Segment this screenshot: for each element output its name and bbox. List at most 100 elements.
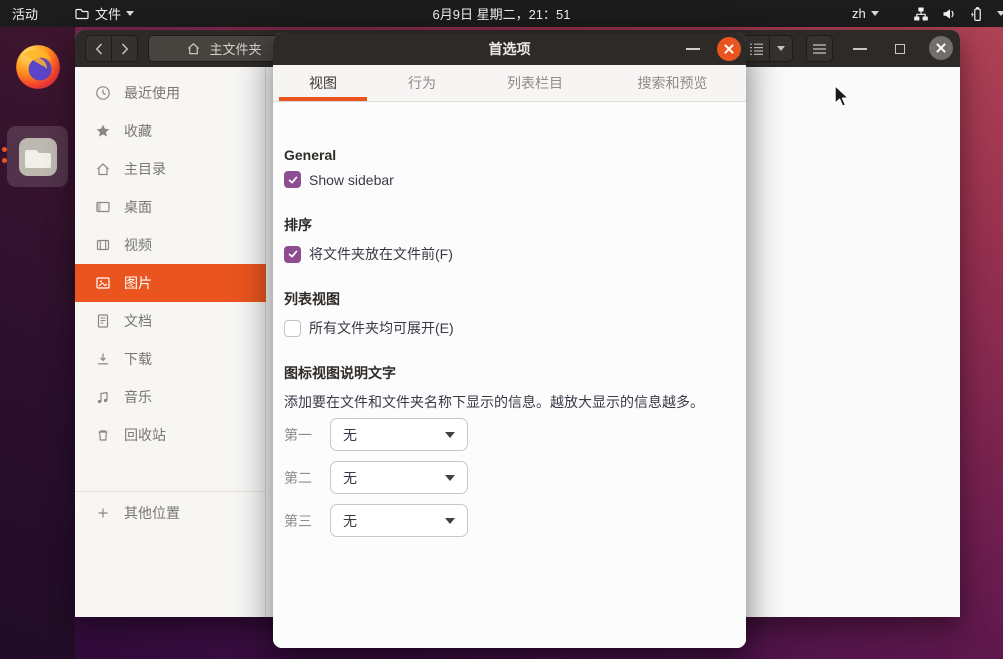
checkbox-label: 将文件夹放在文件前(F) [309,244,453,264]
preferences-dialog: 首选项 视图 行为 列表栏目 搜索和预览 General Show sideba… [273,33,746,648]
files-icon [14,133,62,181]
activities-button[interactable]: 活动 [12,0,38,27]
battery-charging-icon [969,6,985,22]
dropdown-value: 无 [343,511,445,531]
chevron-down-icon [445,518,455,524]
checkbox-checked-icon[interactable] [284,171,301,188]
hamburger-icon [813,44,826,54]
dialog-tab-bar: 视图 行为 列表栏目 搜索和预览 [273,65,746,102]
sidebar-item-downloads[interactable]: 下载 [75,340,266,378]
list-view-icon [750,43,763,55]
caption-row-label: 第三 [284,511,318,531]
chevron-down-icon [126,11,134,16]
close-icon [723,43,735,55]
chevron-left-icon [95,43,103,55]
section-title-icon-captions: 图标视图说明文字 [284,363,396,383]
dropdown-value: 无 [343,425,445,445]
keyboard-layout-label: zh [852,6,866,21]
sidebar-item-music[interactable]: 音乐 [75,378,266,416]
back-button[interactable] [85,35,112,62]
sidebar-item-label: 最近使用 [124,83,180,103]
section-title-sorting: 排序 [284,215,312,235]
chevron-down-icon [997,11,1003,16]
sidebar-item-label: 收藏 [124,121,152,141]
sidebar-item-label: 音乐 [124,387,152,407]
tab-behavior[interactable]: 行为 [373,65,471,101]
checkbox-row-show-sidebar[interactable]: Show sidebar [284,171,394,188]
sidebar-item-label: 主目录 [124,159,166,179]
keyboard-layout-button[interactable]: zh [852,0,879,27]
window-maximize-button[interactable] [890,35,910,62]
chevron-down-icon [871,11,879,16]
app-menu[interactable]: 文件 [74,0,134,27]
dock-item-files[interactable] [7,126,68,187]
icon-captions-description: 添加要在文件和文件夹名称下显示的信息。越放大显示的信息越多。 [284,392,704,412]
sidebar-item-recent[interactable]: 最近使用 [75,74,266,112]
sidebar-item-starred[interactable]: 收藏 [75,112,266,150]
network-icon [913,6,929,22]
sidebar-item-other-locations[interactable]: 其他位置 [75,494,266,532]
sidebar-item-trash[interactable]: 回收站 [75,416,266,454]
chevron-down-icon [445,432,455,438]
sidebar: 最近使用 收藏 主目录 桌面 视频 图片 文档 下载 [75,67,266,617]
checkbox-label: 所有文件夹均可展开(E) [309,318,454,338]
tab-search-preview[interactable]: 搜索和预览 [599,65,746,101]
sidebar-item-desktop[interactable]: 桌面 [75,188,266,226]
dialog-title-bar: 首选项 [273,33,746,66]
checkbox-label: Show sidebar [309,172,394,188]
window-minimize-button[interactable] [850,35,870,62]
sidebar-item-home[interactable]: 主目录 [75,150,266,188]
sidebar-item-label: 视频 [124,235,152,255]
system-status-area[interactable] [913,0,1003,27]
checkbox-checked-icon[interactable] [284,246,301,263]
volume-icon [941,6,957,22]
caption-row-label: 第一 [284,425,318,445]
sidebar-separator [75,491,265,492]
view-options-dropdown-button[interactable] [769,35,793,62]
view-mode-button[interactable] [743,35,770,62]
sidebar-item-label: 图片 [124,273,152,293]
tab-label: 列表栏目 [507,73,563,93]
tab-list-columns[interactable]: 列表栏目 [471,65,599,101]
chevron-down-icon [777,46,785,51]
plus-icon [95,505,111,521]
home-icon [95,161,111,177]
hamburger-menu-button[interactable] [806,35,833,62]
checkbox-unchecked-icon[interactable] [284,320,301,337]
caption-second-dropdown[interactable]: 无 [330,461,468,494]
downloads-icon [95,351,111,367]
dialog-title: 首选项 [273,33,746,65]
window-close-button[interactable] [929,36,953,60]
documents-icon [95,313,111,329]
window-indicator-dot [2,158,7,163]
checkbox-row-expandable-folders[interactable]: 所有文件夹均可展开(E) [284,318,454,338]
path-segment-label: 主文件夹 [209,39,261,58]
app-menu-label: 文件 [95,4,121,23]
forward-button[interactable] [111,35,138,62]
sidebar-item-pictures[interactable]: 图片 [75,264,266,302]
tab-label: 搜索和预览 [638,73,708,93]
tab-label: 视图 [309,73,337,93]
sidebar-item-label: 桌面 [124,197,152,217]
caption-third-dropdown[interactable]: 无 [330,504,468,537]
activities-label: 活动 [12,4,38,23]
music-icon [95,389,111,405]
checkbox-row-folders-first[interactable]: 将文件夹放在文件前(F) [284,244,453,264]
dock [0,27,75,659]
trash-icon [95,427,111,443]
section-title-list-view: 列表视图 [284,289,340,309]
sidebar-item-videos[interactable]: 视频 [75,226,266,264]
chevron-right-icon [121,43,129,55]
dock-item-firefox[interactable] [7,36,68,97]
caption-first-dropdown[interactable]: 无 [330,418,468,451]
recent-icon [95,85,111,101]
dropdown-value: 无 [343,468,445,488]
clock[interactable]: 6月9日 星期二，21：51 [433,4,571,23]
dialog-close-button[interactable] [717,37,741,61]
sidebar-item-label: 文档 [124,311,152,331]
sidebar-item-label: 回收站 [124,425,166,445]
tab-views[interactable]: 视图 [273,65,373,101]
sidebar-item-label: 其他位置 [124,503,180,523]
sidebar-item-documents[interactable]: 文档 [75,302,266,340]
dialog-minimize-button[interactable] [686,48,700,50]
